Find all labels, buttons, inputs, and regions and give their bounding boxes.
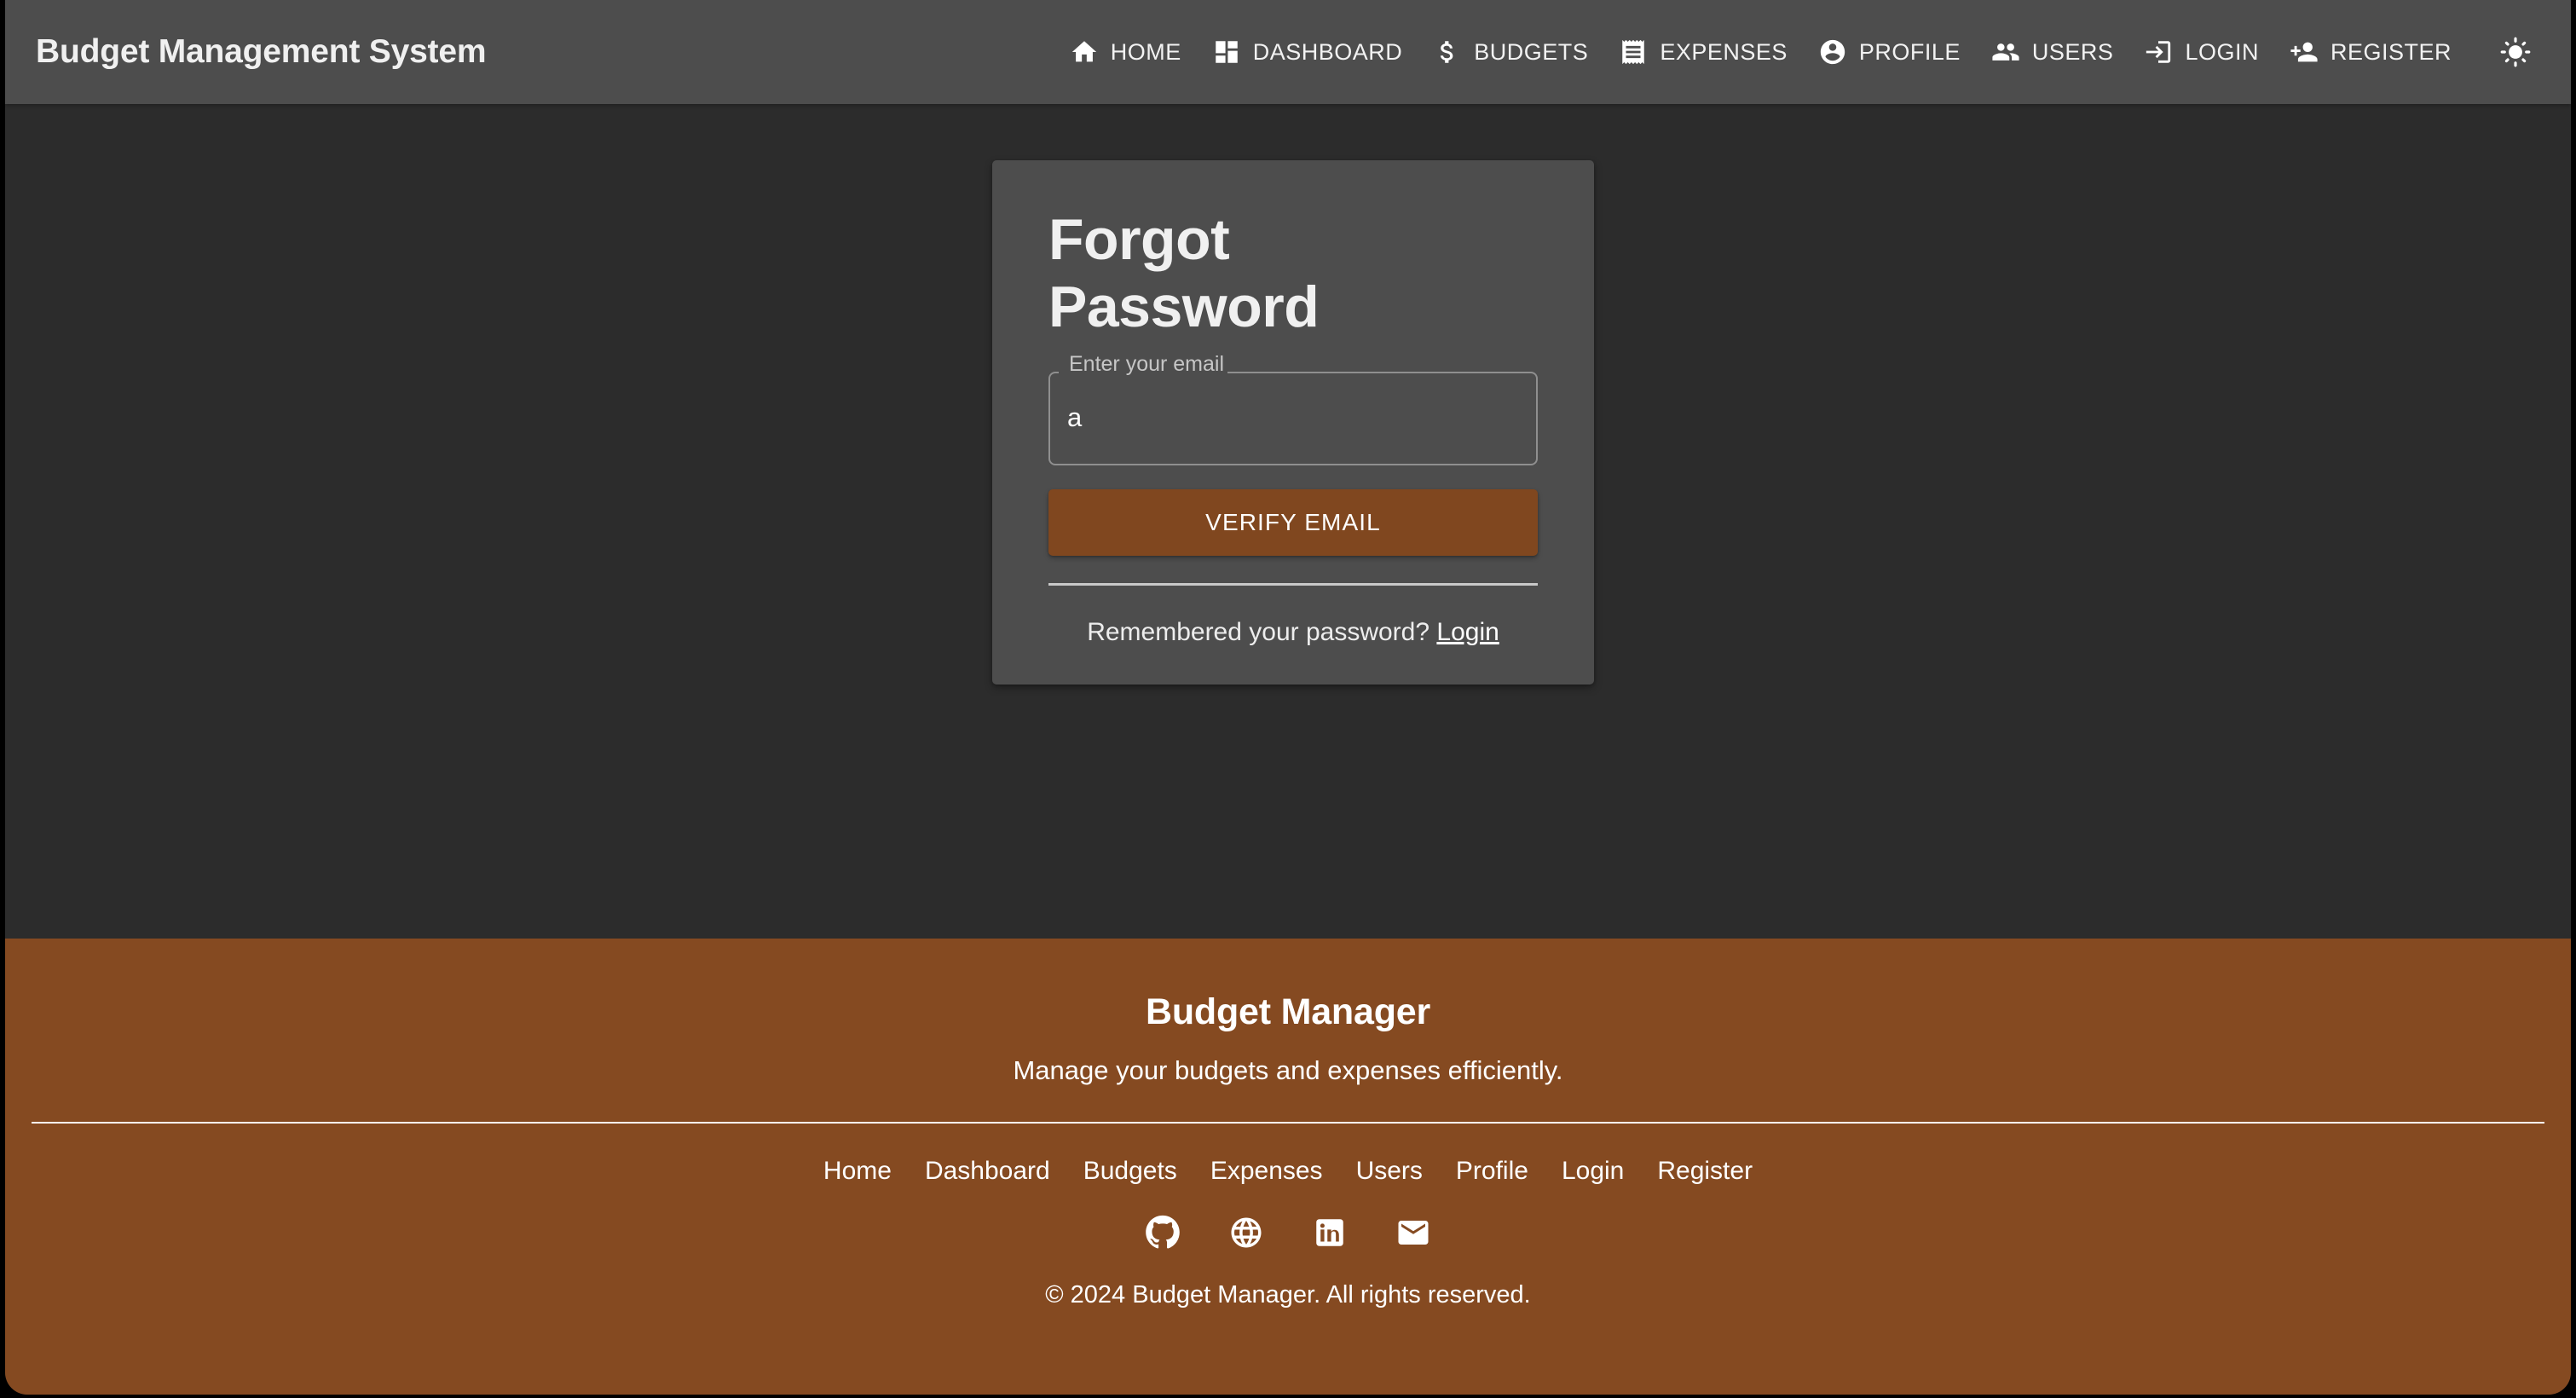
footer-link-dashboard[interactable]: Dashboard — [925, 1157, 1050, 1186]
verify-email-button[interactable]: VERIFY EMAIL — [1048, 488, 1538, 556]
nav-item-home-label: HOME — [1110, 38, 1181, 65]
footer-brand-title: Budget Manager — [1145, 991, 1431, 1032]
footer-divider — [32, 1122, 2544, 1124]
footer-link-login[interactable]: Login — [1562, 1157, 1624, 1186]
footer-link-budgets[interactable]: Budgets — [1083, 1157, 1177, 1186]
social-links-group — [1143, 1213, 1433, 1252]
footer-link-register[interactable]: Register — [1657, 1157, 1753, 1186]
person-add-icon — [2290, 38, 2319, 66]
footer-links-group: Home Dashboard Budgets Expenses Users Pr… — [823, 1157, 1753, 1186]
nav-links-group: HOME DASHBOARD BUDGETS EXPENSES PROFILE … — [1054, 26, 2542, 78]
nav-item-login[interactable]: LOGIN — [2128, 26, 2274, 78]
footer-link-profile[interactable]: Profile — [1456, 1157, 1528, 1186]
sun-icon — [2499, 36, 2532, 68]
app-brand-title: Budget Management System — [36, 33, 487, 70]
nav-item-register[interactable]: REGISTER — [2274, 26, 2467, 78]
nav-item-expenses-label: EXPENSES — [1660, 38, 1788, 65]
login-link[interactable]: Login — [1436, 618, 1499, 646]
home-icon — [1070, 38, 1099, 66]
nav-item-dashboard[interactable]: DASHBOARD — [1197, 26, 1418, 78]
dashboard-icon — [1212, 38, 1241, 66]
nav-item-users-label: USERS — [2031, 38, 2114, 65]
login-prompt: Remembered your password? Login — [1048, 618, 1538, 647]
forgot-password-card: Forgot Password Enter your email Enter y… — [992, 160, 1594, 685]
footer-link-users[interactable]: Users — [1356, 1157, 1423, 1186]
github-icon[interactable] — [1143, 1213, 1182, 1252]
nav-item-profile[interactable]: PROFILE — [1803, 26, 1976, 78]
site-footer: Budget Manager Manage your budgets and e… — [5, 939, 2571, 1395]
receipt-icon — [1619, 38, 1648, 66]
login-prompt-text: Remembered your password? — [1087, 617, 1430, 646]
nav-item-login-label: LOGIN — [2185, 38, 2259, 65]
nav-item-budgets[interactable]: BUDGETS — [1418, 26, 1603, 78]
email-input[interactable] — [1048, 369, 1538, 465]
page-title: Forgot Password — [1048, 207, 1320, 339]
footer-link-expenses[interactable]: Expenses — [1210, 1157, 1323, 1186]
theme-toggle-button[interactable] — [2489, 26, 2542, 78]
nav-item-dashboard-label: DASHBOARD — [1252, 38, 1403, 65]
globe-icon[interactable] — [1227, 1213, 1266, 1252]
account-circle-icon — [1818, 38, 1847, 66]
dollar-icon — [1433, 38, 1462, 66]
nav-item-users[interactable]: USERS — [1976, 26, 2129, 78]
footer-tagline: Manage your budgets and expenses efficie… — [1013, 1055, 1563, 1085]
card-divider — [1048, 582, 1538, 586]
login-arrow-icon — [2144, 38, 2173, 66]
nav-item-expenses[interactable]: EXPENSES — [1603, 26, 1803, 78]
nav-item-register-label: REGISTER — [2330, 38, 2452, 65]
screenshot-viewport: Budget Management System HOME DASHBOARD — [0, 0, 2576, 1398]
nav-item-profile-label: PROFILE — [1858, 38, 1961, 65]
footer-link-home[interactable]: Home — [823, 1157, 892, 1186]
email-field-wrapper: Enter your email Enter your email — [1048, 352, 1538, 465]
top-navigation-bar: Budget Management System HOME DASHBOARD — [5, 0, 2571, 104]
copyright-text: © 2024 Budget Manager. All rights reserv… — [1045, 1281, 1531, 1308]
nav-item-home[interactable]: HOME — [1054, 26, 1197, 78]
main-content-area: Forgot Password Enter your email Enter y… — [5, 104, 2571, 939]
browser-window: Budget Management System HOME DASHBOARD — [5, 0, 2571, 1395]
people-icon — [1991, 38, 2020, 66]
email-icon[interactable] — [1394, 1213, 1433, 1252]
nav-item-budgets-label: BUDGETS — [1474, 38, 1589, 65]
linkedin-icon[interactable] — [1310, 1213, 1349, 1252]
